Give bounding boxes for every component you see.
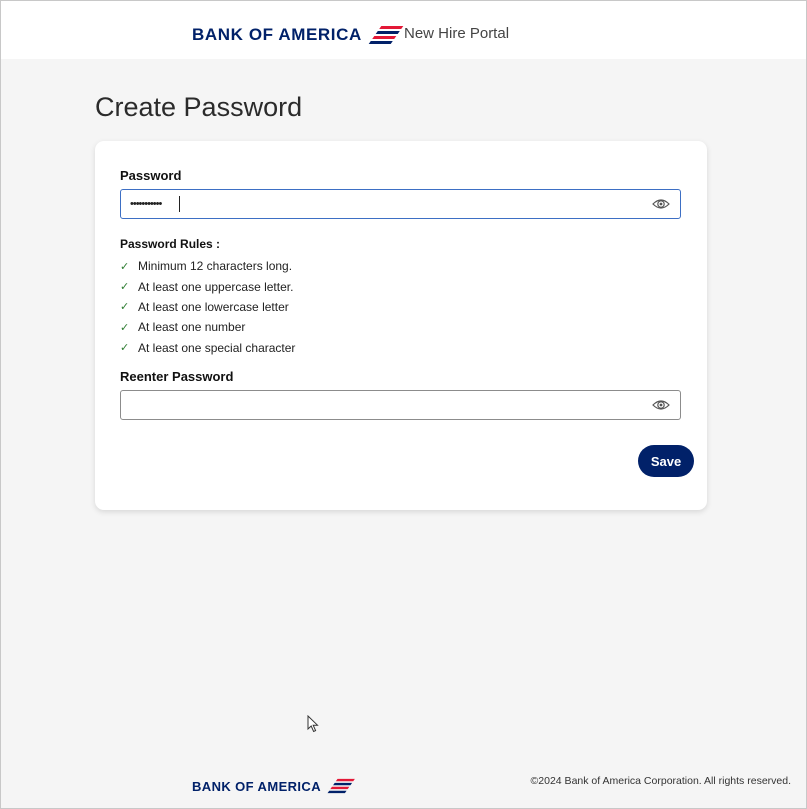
footer-brand-logo[interactable]: BANK OF AMERICA xyxy=(192,778,357,794)
rule-item: ✓ At least one lowercase letter xyxy=(120,297,295,317)
mouse-pointer-icon xyxy=(307,715,319,733)
rule-text: At least one uppercase letter. xyxy=(138,279,294,294)
check-icon: ✓ xyxy=(120,281,130,294)
rule-item: ✓ Minimum 12 characters long. xyxy=(120,256,295,276)
eye-icon[interactable] xyxy=(652,398,670,412)
save-button[interactable]: Save xyxy=(638,445,694,477)
check-icon: ✓ xyxy=(120,301,130,314)
rule-text: At least one lowercase letter xyxy=(138,299,289,314)
rule-item: ✓ At least one special character xyxy=(120,338,295,358)
check-icon: ✓ xyxy=(120,342,130,355)
create-password-card: Password Password Rules : ✓ Minimum 12 c… xyxy=(95,141,707,510)
reenter-password-label: Reenter Password xyxy=(120,369,234,384)
page-title: Create Password xyxy=(95,92,303,122)
brand-wordmark: BANK OF AMERICA xyxy=(192,25,362,44)
text-caret xyxy=(179,196,180,212)
password-label: Password xyxy=(120,168,182,183)
reenter-password-field[interactable] xyxy=(120,390,681,420)
footer-flag-logo-icon xyxy=(327,778,355,794)
reenter-password-input[interactable] xyxy=(130,394,650,416)
rule-item: ✓ At least one number xyxy=(120,317,295,337)
rule-text: Minimum 12 characters long. xyxy=(138,259,293,274)
rule-text: At least one special character xyxy=(138,340,296,355)
password-input[interactable] xyxy=(130,193,650,215)
portal-name: New Hire Portal xyxy=(404,25,510,42)
brand-logo[interactable]: BANK OF AMERICA xyxy=(192,25,406,45)
password-rules-list: ✓ Minimum 12 characters long. ✓ At least… xyxy=(120,256,295,358)
check-icon: ✓ xyxy=(120,321,130,334)
eye-icon[interactable] xyxy=(652,197,670,211)
flag-logo-icon xyxy=(368,26,404,44)
rule-item: ✓ At least one uppercase letter. xyxy=(120,276,295,296)
check-icon: ✓ xyxy=(120,260,130,273)
password-field[interactable] xyxy=(120,189,681,219)
password-rules-title: Password Rules : xyxy=(120,237,221,251)
footer-brand-wordmark: BANK OF AMERICA xyxy=(192,778,322,794)
copyright-text: ©2024 Bank of America Corporation. All r… xyxy=(530,775,791,787)
top-header: BANK OF AMERICA New Hire Portal xyxy=(1,1,806,59)
rule-text: At least one number xyxy=(138,320,246,335)
